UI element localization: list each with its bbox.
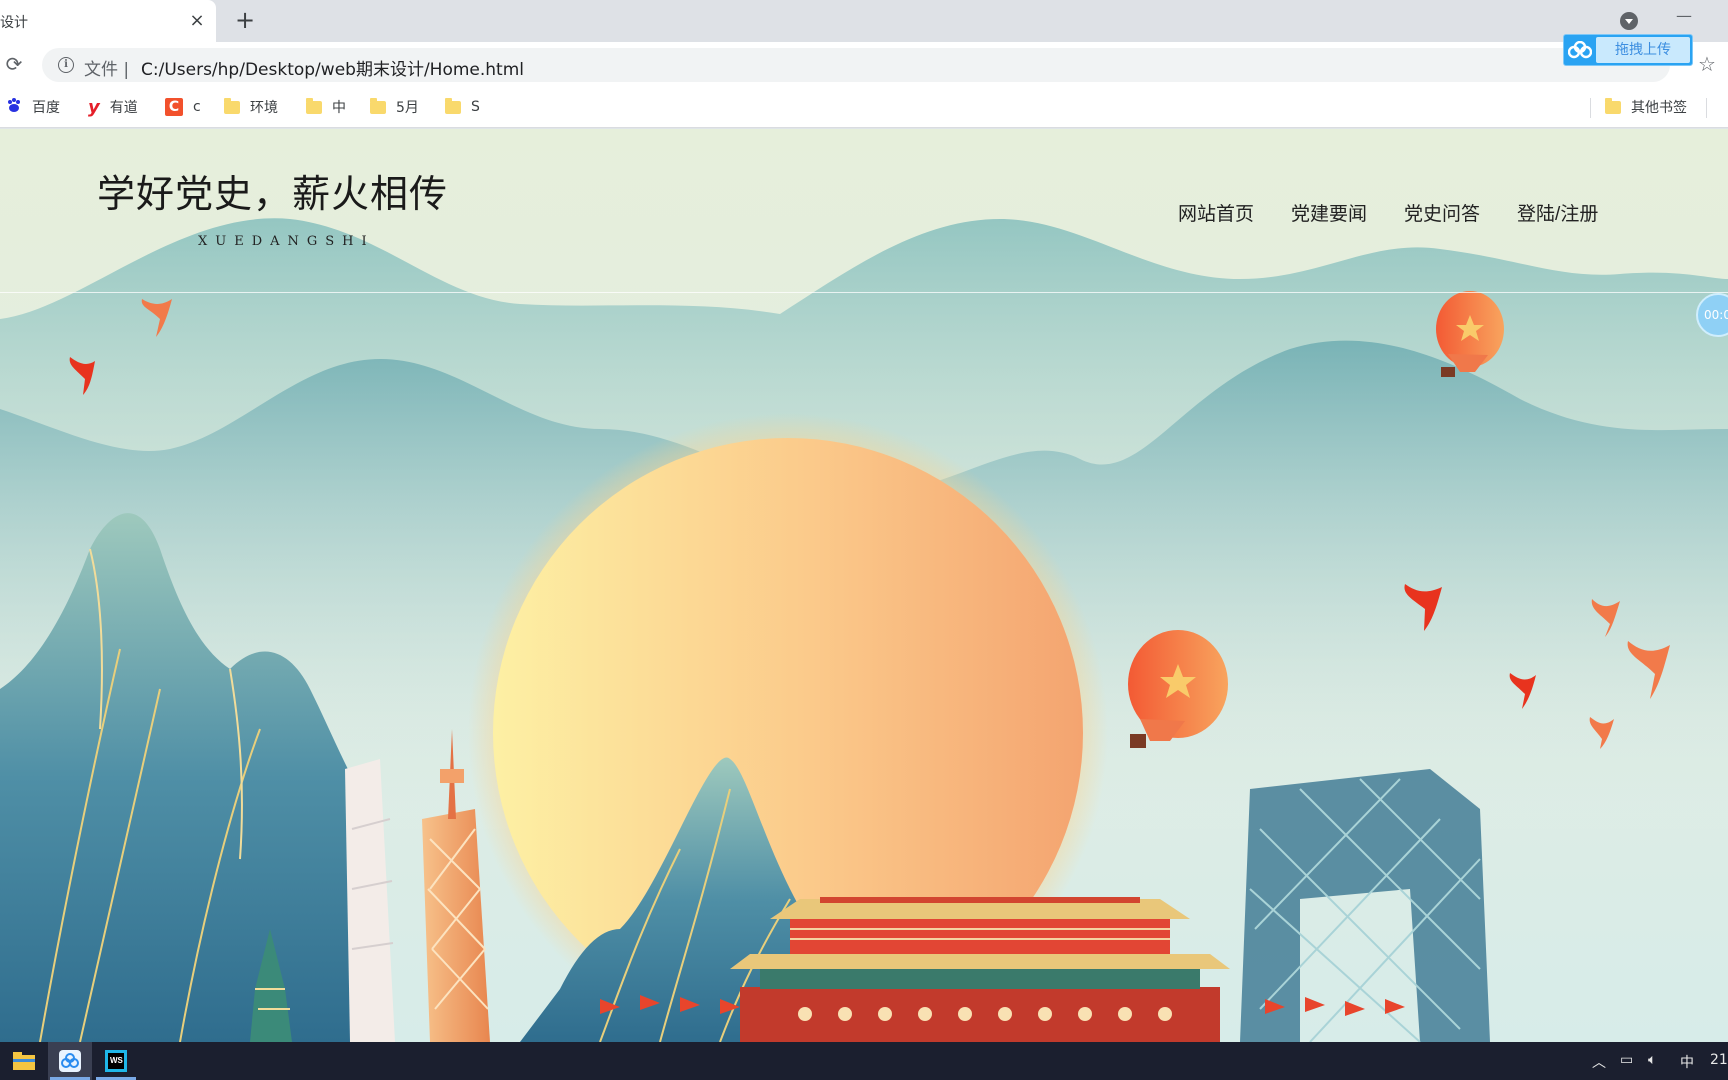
address-url[interactable]: C:/Users/hp/Desktop/web期末设计/Home.html <box>141 55 524 80</box>
volume-icon[interactable]: 🔈︎ <box>1648 1052 1656 1068</box>
minimize-button[interactable]: — <box>1676 6 1692 26</box>
folder-icon <box>370 97 386 114</box>
bookmark-folder-zhong[interactable]: 中 <box>306 96 346 118</box>
folder-icon <box>445 97 461 114</box>
other-bookmarks[interactable]: 其他书签 <box>1605 96 1687 118</box>
c-icon: C <box>165 98 183 116</box>
site-subtitle: XUEDANGSHI <box>198 234 375 249</box>
browser-toolbar: ⟳ i 文件 | C:/Users/hp/Desktop/web期末设计/Hom… <box>0 42 1728 86</box>
folder-icon <box>1605 97 1621 114</box>
bookmarks-bar: 百度 y 有道 C c 环境 中 5月 S 其他书签 <box>0 86 1728 128</box>
bookmark-youdao[interactable]: y 有道 <box>88 96 138 118</box>
close-tab-icon[interactable]: × <box>186 9 208 31</box>
nav-party-news[interactable]: 党建要闻 <box>1291 199 1367 226</box>
tab-strip: 设计 × + — <box>0 0 1728 42</box>
bookmarks-divider <box>1706 98 1707 118</box>
folder-icon <box>224 97 240 114</box>
battery-icon[interactable]: ▭ <box>1620 1052 1633 1068</box>
bookmark-label: c <box>193 99 201 115</box>
bookmark-c[interactable]: C c <box>165 96 201 118</box>
scheme-separator: | <box>123 60 130 80</box>
nav-login-register[interactable]: 登陆/注册 <box>1517 199 1598 226</box>
site-title: 学好党史，薪火相传 <box>97 172 449 216</box>
folder-icon <box>306 97 322 114</box>
scheme-label: 文件 <box>84 60 118 80</box>
bookmark-label: 有道 <box>109 100 138 116</box>
bookmark-folder-may[interactable]: 5月 <box>370 96 419 118</box>
svg-text:WS: WS <box>110 1056 124 1065</box>
file-explorer-icon[interactable] <box>2 1042 46 1080</box>
main-nav: 网站首页 党建要闻 党史问答 登陆/注册 <box>1178 199 1635 226</box>
youdao-icon: y <box>88 96 100 118</box>
web-page: 学好党史，薪火相传 XUEDANGSHI 网站首页 党建要闻 党史问答 登陆/注… <box>0 129 1728 1042</box>
webstorm-icon[interactable]: WS <box>94 1042 138 1080</box>
tab-title: 设计 <box>0 15 28 31</box>
bookmark-star-icon[interactable]: ☆ <box>1698 52 1716 76</box>
baidu-netdisk-icon <box>1564 35 1596 65</box>
ime-indicator[interactable]: 中 <box>1680 1052 1694 1072</box>
active-tab[interactable]: 设计 × <box>0 0 216 42</box>
address-bar[interactable]: i 文件 | C:/Users/hp/Desktop/web期末设计/Home.… <box>42 48 1670 82</box>
reload-icon[interactable]: ⟳ <box>2 52 26 76</box>
bookmark-folder-s[interactable]: S <box>445 96 480 118</box>
upload-label: 拖拽上传 <box>1596 37 1690 63</box>
taskbar-clock[interactable]: 21 <box>1710 1052 1728 1068</box>
os-taskbar: WS ︿ ▭ 🔈︎ 中 21 <box>0 1042 1728 1080</box>
bookmark-label: 百度 <box>32 100 60 116</box>
bookmarks-divider <box>1590 98 1591 118</box>
new-tab-button[interactable]: + <box>232 7 258 33</box>
other-bookmarks-label: 其他书签 <box>1631 100 1687 116</box>
bookmark-label: S <box>471 99 480 115</box>
bookmark-label: 中 <box>332 100 346 116</box>
baidu-icon <box>6 97 22 117</box>
profile-menu-icon[interactable] <box>1620 12 1638 30</box>
bookmark-baidu[interactable]: 百度 <box>6 96 60 118</box>
info-icon[interactable]: i <box>58 57 74 73</box>
address-scheme: 文件 | <box>84 55 129 80</box>
nav-home[interactable]: 网站首页 <box>1178 199 1254 226</box>
bookmark-label: 5月 <box>396 100 419 116</box>
bookmark-label: 环境 <box>250 100 278 116</box>
upload-button[interactable]: 拖拽上传 <box>1563 34 1693 66</box>
baidu-netdisk-icon[interactable] <box>48 1042 92 1080</box>
nav-history-quiz[interactable]: 党史问答 <box>1404 199 1480 226</box>
site-header: 学好党史，薪火相传 XUEDANGSHI 网站首页 党建要闻 党史问答 登陆/注… <box>0 129 1728 293</box>
show-hidden-icons[interactable]: ︿ <box>1592 1052 1606 1072</box>
bookmark-folder-env[interactable]: 环境 <box>224 96 278 118</box>
